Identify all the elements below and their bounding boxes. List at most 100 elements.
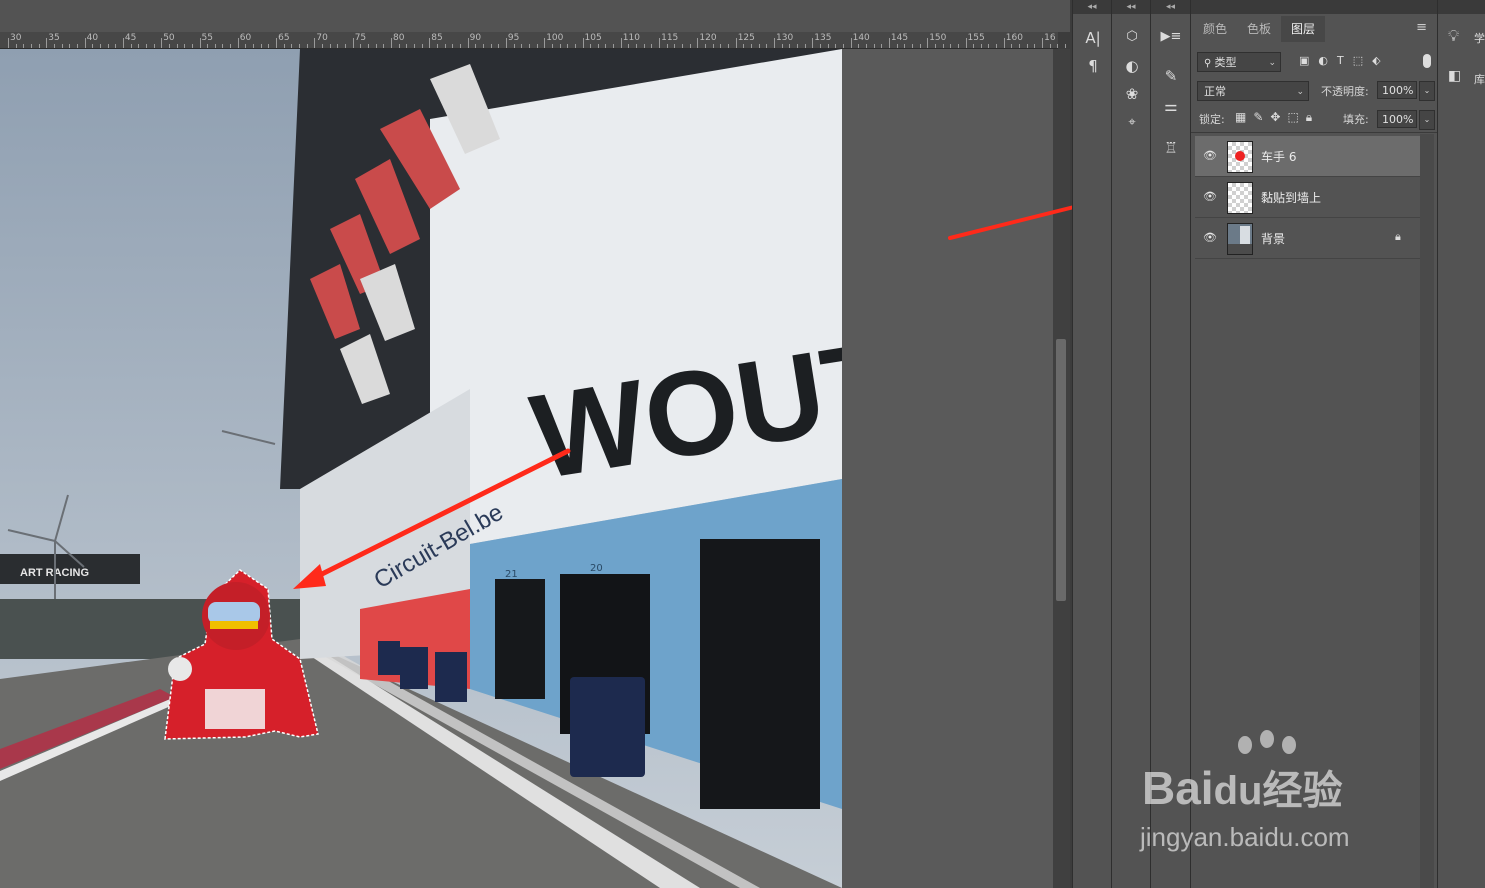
layer-thumbnail (1227, 182, 1253, 214)
horizontal-ruler[interactable]: 30 35 40 45 50 55 60 65 70 75 80 85 90 95 100 105 110 115… (0, 32, 1074, 49)
ruler-minor-tick (452, 44, 454, 48)
collapse-icon[interactable]: ◂◂ (1112, 0, 1150, 14)
ruler-minor-tick (873, 44, 875, 48)
ruler-minor-tick (835, 44, 837, 48)
ruler-label: 115 (661, 33, 679, 43)
ruler-minor-tick (1034, 44, 1036, 48)
ruler-minor-tick (513, 44, 515, 48)
clone-source-icon[interactable]: ♖ (1159, 136, 1183, 160)
ruler-minor-tick (934, 44, 936, 48)
opacity-field[interactable]: 100% (1377, 81, 1417, 99)
layer-name: 黏贴到墙上 (1261, 191, 1322, 205)
ruler-minor-tick (521, 44, 523, 48)
collapse-icon[interactable]: ◂◂ (1073, 0, 1111, 14)
ruler-minor-tick (498, 44, 500, 48)
libraries-label[interactable]: 库 (1474, 71, 1485, 87)
chevron-down-icon: ⌄ (1296, 87, 1304, 97)
filter-type-select[interactable]: ⚲ 类型 ⌄ (1197, 52, 1281, 72)
lock-icons[interactable]: ▦✎✥⬚🔒︎ (1235, 110, 1319, 125)
ruler-tick (850, 38, 852, 48)
ruler-minor-tick (957, 44, 959, 48)
blend-mode-value: 正常 (1204, 85, 1226, 98)
ruler-minor-tick (597, 44, 599, 48)
ruler-minor-tick (605, 44, 607, 48)
ruler-minor-tick (551, 44, 553, 48)
ruler-label: 155 (967, 33, 985, 43)
layer-name: 背景 (1261, 232, 1286, 246)
ruler-label: 110 (622, 33, 640, 43)
ruler-tick (888, 38, 890, 48)
scrollbar-thumb[interactable] (1056, 339, 1066, 601)
ruler-minor-tick (53, 44, 55, 48)
panel-header-bar (1191, 0, 1437, 14)
ruler-minor-tick (590, 44, 592, 48)
brush-icon[interactable]: ✎ (1159, 64, 1183, 88)
learn-label[interactable]: 学 (1474, 30, 1485, 46)
paths-icon[interactable]: ⌖ (1120, 110, 1144, 134)
ruler-minor-tick (865, 44, 867, 48)
learn-icon[interactable]: 💡︎ (1448, 26, 1459, 46)
ruler-tick (812, 38, 814, 48)
ruler-minor-tick (904, 44, 906, 48)
tab-swatches[interactable]: 色板 (1237, 16, 1281, 42)
layer-name: 车手 6 (1261, 150, 1297, 164)
ruler-tick (659, 38, 661, 48)
ruler-label: 125 (737, 33, 755, 43)
adjustments-icon[interactable]: ◐ (1120, 54, 1144, 78)
ruler-minor-tick (728, 44, 730, 48)
tab-layers[interactable]: 图层 (1281, 16, 1325, 42)
ruler-tick (697, 38, 699, 48)
3d-icon[interactable]: ⬡ (1120, 24, 1144, 48)
ruler-label: 65 (278, 33, 290, 43)
ruler-label: 80 (393, 33, 405, 43)
ruler-minor-tick (436, 44, 438, 48)
fill-field[interactable]: 100% (1377, 110, 1417, 128)
watermark-brand: Baidu经验 (1142, 762, 1343, 814)
ruler-minor-tick (1011, 44, 1013, 48)
filter-icons[interactable]: ▣◐T⬚⬖ (1299, 54, 1390, 67)
ruler-label: 30 (10, 33, 22, 43)
ruler-minor-tick (827, 44, 829, 48)
ruler-minor-tick (398, 44, 400, 48)
ruler-tick (505, 38, 507, 48)
ruler-tick (352, 38, 354, 48)
pitlane-photo: ART RACING WOUTIZ Circuit-Bel.be 21 20 (0, 49, 842, 888)
eye-icon[interactable]: 👁︎ (1203, 149, 1217, 163)
layer-row-driver[interactable]: 👁︎ 车手 6 (1195, 136, 1420, 177)
tab-color[interactable]: 颜色 (1193, 16, 1237, 42)
eye-icon[interactable]: 👁︎ (1203, 190, 1217, 204)
ruler-tick (467, 38, 469, 48)
collapse-icon[interactable]: ◂◂ (1151, 0, 1190, 14)
opacity-chevron-icon[interactable]: ⌄ (1419, 81, 1435, 101)
ruler-tick (965, 38, 967, 48)
filter-toggle-icon[interactable] (1423, 54, 1431, 68)
canvas-photo[interactable]: ART RACING WOUTIZ Circuit-Bel.be 21 20 (0, 49, 842, 888)
character-icon[interactable]: A| (1081, 26, 1105, 50)
ruler-minor-tick (184, 44, 186, 48)
ruler-minor-tick (528, 44, 530, 48)
ruler-label: 160 (1005, 33, 1023, 43)
ruler-minor-tick (253, 44, 255, 48)
sliders-icon[interactable]: ⚌ (1159, 94, 1183, 118)
ruler-tick (429, 38, 431, 48)
ruler-minor-tick (574, 44, 576, 48)
ruler-minor-tick (291, 44, 293, 48)
eye-icon[interactable]: 👁︎ (1203, 231, 1217, 245)
ruler-minor-tick (337, 44, 339, 48)
paragraph-icon[interactable]: ¶ (1081, 54, 1105, 78)
layer-row-paste[interactable]: 👁︎ 黏贴到墙上 (1195, 177, 1420, 218)
layer-thumbnail (1227, 223, 1253, 255)
libraries-icon[interactable]: ◧ (1448, 68, 1461, 84)
panel-menu-icon[interactable]: ≡ (1416, 20, 1427, 35)
fill-chevron-icon[interactable]: ⌄ (1419, 110, 1435, 130)
ruler-tick (46, 38, 48, 48)
actions-icon[interactable]: ▶≡ (1159, 24, 1183, 48)
blend-mode-select[interactable]: 正常 ⌄ (1197, 81, 1309, 101)
ruler-minor-tick (567, 44, 569, 48)
layer-row-background[interactable]: 👁︎ 背景 🔒︎ (1195, 218, 1420, 259)
lock-icon: 🔒︎ (1395, 230, 1401, 243)
ruler-tick (314, 38, 316, 48)
ruler-label: 140 (852, 33, 870, 43)
ruler-minor-tick (819, 44, 821, 48)
channels-icon[interactable]: ❀ (1120, 82, 1144, 106)
